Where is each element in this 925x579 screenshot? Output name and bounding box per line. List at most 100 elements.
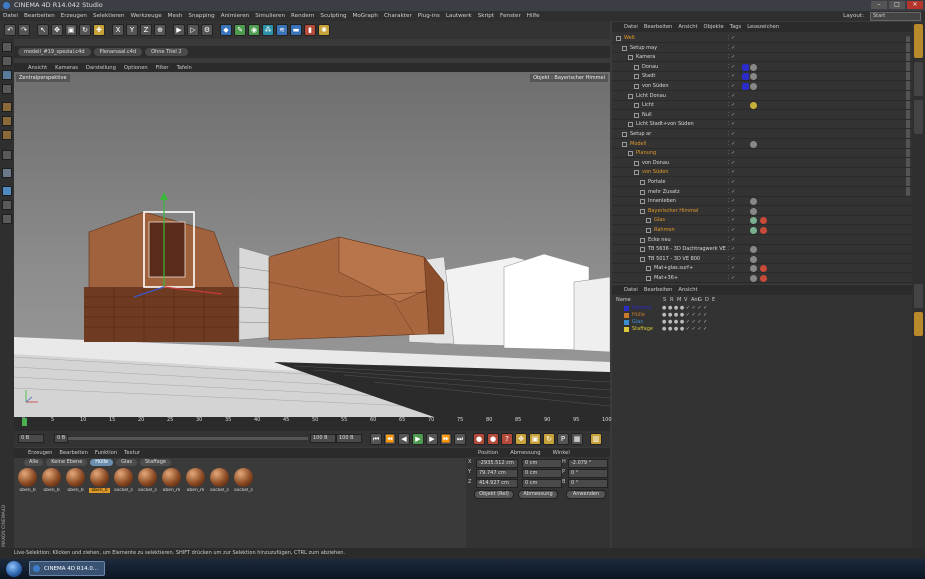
object-row[interactable]: Setup may ⁚ ✓ <box>612 44 912 53</box>
material-item[interactable]: sockel_s <box>137 468 158 493</box>
phong-tag-icon[interactable] <box>760 275 767 282</box>
layer-row[interactable]: Glas ● ● ● ● ✓ ✓ ✓ ✓ <box>612 319 912 326</box>
material-tag-icon[interactable] <box>750 198 757 206</box>
y-axis-icon[interactable]: Y <box>126 24 138 36</box>
layer-manager-menu-item[interactable]: Bearbeiten <box>644 287 673 293</box>
move-icon[interactable]: ✥ <box>51 24 63 36</box>
material-item[interactable]: oben_m <box>185 468 206 493</box>
taskbar-cinema4d-item[interactable]: CINEMA 4D R14.0... <box>29 561 105 576</box>
material-tag-icon[interactable] <box>750 255 757 263</box>
object-row[interactable]: TB 5636 - 3D Dachtragwerk VE ⁚ ✓ <box>612 245 912 255</box>
menu-item[interactable]: Erzeugen <box>58 11 90 21</box>
record-icon[interactable]: ● <box>473 433 485 445</box>
material-tab[interactable]: Alle <box>24 459 44 466</box>
menu-item[interactable]: Hilfe <box>524 11 543 21</box>
material-item[interactable]: oben_0 <box>41 468 62 493</box>
visibility-dots-icon[interactable]: ⁚ ✓ <box>728 112 735 118</box>
object-row[interactable]: Welt ⁚ ✓ <box>612 34 912 43</box>
viewport-menu-item[interactable]: Ansicht <box>28 65 47 71</box>
object-row[interactable]: Planung ⁚ ✓ <box>612 149 912 159</box>
layer-toggle-icons[interactable]: ● ● ● ● ✓ ✓ ✓ ✓ <box>662 305 707 312</box>
size-mode-select[interactable]: Abmessung <box>518 490 558 499</box>
object-row[interactable]: Kamera ⁚ ✓ <box>612 53 912 63</box>
go-to-end-icon[interactable]: ⏭ <box>454 433 466 445</box>
visibility-dots-icon[interactable]: ⁚ ✓ <box>728 150 735 156</box>
layer-toggle-icons[interactable]: ● ● ● ● ✓ ✓ ✓ ✓ <box>662 326 707 333</box>
object-row[interactable]: Rahmen ⁚ ✓ <box>612 226 912 235</box>
layer-row[interactable]: Staffage ● ● ● ● ✓ ✓ ✓ ✓ <box>612 326 912 333</box>
menu-item[interactable]: Rendern <box>288 11 317 21</box>
points-mode-icon[interactable] <box>2 102 12 112</box>
size-field[interactable]: 0 cm <box>522 469 562 478</box>
material-item[interactable]: oben_m <box>161 468 182 493</box>
object-row[interactable]: Modell ⁚ ✓ <box>612 140 912 149</box>
document-tab[interactable]: Ohne Titel 2 <box>145 48 188 56</box>
workplane-lock-icon[interactable] <box>2 186 12 196</box>
menu-item[interactable]: Plug-ins <box>415 11 443 21</box>
menu-item[interactable]: MoGraph <box>350 11 381 21</box>
redo-icon[interactable]: ↷ <box>18 24 30 36</box>
material-item[interactable]: oben_0 <box>17 468 38 493</box>
max-frame-field[interactable]: 100 B <box>336 434 362 443</box>
visibility-dots-icon[interactable]: ⁚ ✓ <box>728 198 735 204</box>
layer-row[interactable]: Hülle ● ● ● ● ✓ ✓ ✓ ✓ <box>612 312 912 319</box>
camera-icon[interactable]: ▮ <box>304 24 316 36</box>
spline-pen-icon[interactable]: ✎ <box>234 24 246 36</box>
grid-icon[interactable] <box>2 214 12 224</box>
layer-toggle-icons[interactable]: ● ● ● ● ✓ ✓ ✓ ✓ <box>662 312 707 319</box>
visibility-dots-icon[interactable]: ⁚ ✓ <box>728 35 735 41</box>
object-manager-menu-item[interactable]: Tags <box>730 24 741 30</box>
material-menu-item[interactable]: Funktion <box>95 450 117 456</box>
object-row[interactable]: von Süden ⁚ ✓ <box>612 82 912 91</box>
menu-item[interactable]: Sculpting <box>317 11 349 21</box>
structure-side-tab[interactable] <box>914 100 923 134</box>
viewport-menu-item[interactable]: Tafeln <box>177 65 192 71</box>
size-field[interactable]: 0 cm <box>522 459 562 468</box>
material-tab[interactable]: Keine Ebene <box>46 459 88 466</box>
object-row[interactable]: Donau ⁚ ✓ <box>612 63 912 72</box>
object-row[interactable]: Mat+36+ ⁚ ✓ <box>612 274 912 283</box>
object-row[interactable]: Null ⁚ ✓ <box>612 111 912 120</box>
material-menu-item[interactable]: Erzeugen <box>28 450 52 456</box>
visibility-dots-icon[interactable]: ⁚ ✓ <box>728 141 735 147</box>
object-row[interactable]: TB 5017 - 3D VE 800 ⁚ ✓ <box>612 255 912 264</box>
object-manager-menu-item[interactable]: Datei <box>624 24 638 30</box>
coordinate-mode-select[interactable]: Objekt (Rel) <box>474 490 514 499</box>
visibility-dots-icon[interactable]: ⁚ ✓ <box>728 45 735 51</box>
object-row[interactable]: von Donau ⁚ ✓ <box>612 159 912 168</box>
solo-icon[interactable] <box>2 200 12 210</box>
visibility-dots-icon[interactable]: ⁚ ✓ <box>728 121 735 127</box>
object-row[interactable]: Ecke neu ⁚ ✓ <box>612 236 912 245</box>
material-tab[interactable]: Glas <box>116 459 137 466</box>
play-icon[interactable]: ▶ <box>412 433 424 445</box>
snap-icon[interactable] <box>2 168 12 178</box>
objects-side-tab[interactable] <box>914 24 923 58</box>
visibility-dots-icon[interactable]: ⁚ ✓ <box>728 102 735 108</box>
layout-select[interactable]: Start <box>870 11 921 21</box>
material-item[interactable]: sockel_s <box>113 468 134 493</box>
undo-icon[interactable]: ↶ <box>4 24 16 36</box>
x-axis-icon[interactable]: X <box>112 24 124 36</box>
visibility-dots-icon[interactable]: ⁚ ✓ <box>728 237 735 243</box>
menu-item[interactable]: Snapping <box>185 11 217 21</box>
array-icon[interactable]: ⁂ <box>262 24 274 36</box>
apply-button[interactable]: Anwenden <box>566 490 606 499</box>
object-row[interactable]: Glas ⁚ ✓ <box>612 216 912 226</box>
maximize-button[interactable]: □ <box>889 1 905 9</box>
material-item[interactable]: oben_0 <box>65 468 86 493</box>
menu-item[interactable]: Mesh <box>165 11 186 21</box>
object-row[interactable]: Setup ar ⁚ ✓ <box>612 130 912 139</box>
menu-item[interactable]: Selektieren <box>90 11 128 21</box>
visibility-dots-icon[interactable]: ⁚ ✓ <box>728 208 735 214</box>
timeline-ruler[interactable]: 0510152025303540455055606570758085909510… <box>14 417 612 431</box>
scale-icon[interactable]: ▣ <box>65 24 77 36</box>
material-tag-icon[interactable] <box>750 265 757 273</box>
3d-viewport[interactable]: Zentralperspektive Objekt : Bayerischer … <box>14 72 610 417</box>
menu-item[interactable]: Charakter <box>381 11 415 21</box>
material-tag-icon[interactable] <box>750 63 757 71</box>
attributes-side-tab[interactable] <box>914 284 923 308</box>
visibility-dots-icon[interactable]: ⁚ ✓ <box>728 160 735 166</box>
range-slider[interactable] <box>68 437 308 440</box>
visibility-dots-icon[interactable]: ⁚ ✓ <box>728 275 735 281</box>
start-button[interactable] <box>6 561 22 577</box>
